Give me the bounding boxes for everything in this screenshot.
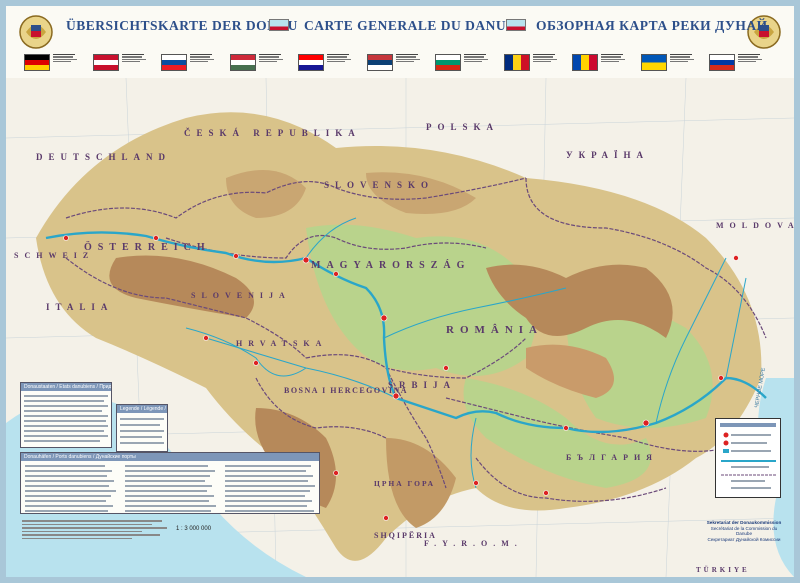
- country-label-slovakia: SLOVENSKO: [324, 180, 434, 190]
- port-row: [225, 480, 308, 482]
- flag-icon: [640, 54, 667, 71]
- flag-caption-lines: [327, 53, 365, 63]
- flag-icon: [298, 54, 324, 71]
- port-row: [25, 470, 112, 472]
- country-label-czech: ČESKÁ REPUBLIKA: [184, 128, 361, 138]
- flag-icon: [435, 54, 461, 71]
- port-row: [25, 510, 108, 512]
- port-row: [225, 495, 305, 497]
- title-french: CARTE GENERALE DU DANUBE: [304, 18, 526, 33]
- flag-icon: [92, 54, 119, 71]
- flag-caption-lines: [532, 53, 571, 63]
- port-row: [125, 490, 207, 492]
- port-row: [25, 485, 109, 487]
- map-scale: 1 : 3 000 000: [176, 526, 212, 532]
- flag-icon: [24, 54, 50, 71]
- flag-caption-lines: [53, 53, 91, 63]
- country-label-poland: POLSKA: [426, 122, 499, 132]
- port-row: [225, 510, 314, 512]
- flag-icon: [161, 54, 187, 71]
- flag-caption-lines: [190, 53, 228, 63]
- port-row: [25, 465, 105, 467]
- inset-graphic: [720, 423, 776, 489]
- commission-name-ru: Секретариат Дунайской Комиссии: [707, 536, 781, 542]
- symbols-legend: Legende / Légende / Условные обозначения: [116, 404, 168, 452]
- port-row: [125, 485, 212, 487]
- country-label-switzerland: SCHWEIZ: [14, 251, 94, 260]
- country-label-moldova: MOLDOVA: [716, 221, 794, 230]
- port-row: [25, 490, 116, 492]
- country-label-bulgaria: БЪЛГАРИЯ: [566, 453, 658, 462]
- commission-flag-icon: [506, 19, 526, 31]
- danube-ports-table: Donauhäfen / Ports danubiens / Дунайские…: [20, 452, 320, 514]
- country-label-ukraine: УКРАЇНА: [566, 150, 649, 160]
- port-row: [25, 480, 114, 482]
- info-inset: [715, 418, 781, 498]
- legend-header: Donauhäfen / Ports danubiens / Дунайские…: [21, 453, 319, 461]
- danube-commission-emblem-left: [19, 15, 53, 49]
- legend-header: Legende / Légende / Условные обозначения: [117, 405, 167, 413]
- port-row: [125, 475, 210, 477]
- country-label-montenegro: ЦРНА ГОРА: [374, 479, 435, 488]
- port-row: [25, 495, 111, 497]
- legend-header: Donaustaaten / Etats danubiens / Придуна…: [21, 383, 111, 391]
- port-row: [225, 505, 307, 507]
- flag-caption-lines: [121, 53, 160, 63]
- port-row: [225, 470, 306, 472]
- flag-caption-lines: [395, 53, 434, 63]
- port-row: [125, 500, 209, 502]
- port-row: [25, 500, 106, 502]
- port-row: [225, 485, 315, 487]
- commission-flag-icon: [269, 19, 289, 31]
- commission-name-de: Sekretariat der Donaukommission: [706, 520, 782, 525]
- flag-icon: [229, 54, 256, 71]
- port-row: [125, 465, 208, 467]
- commission-name-fr: Secrétariat de la Commission du Danube: [710, 525, 778, 537]
- flag-icon: [572, 54, 598, 71]
- country-label-germany: DEUTSCHLAND: [36, 152, 171, 162]
- flag-caption-lines: [464, 53, 502, 63]
- country-label-macedonia: F.Y.R.O.M.: [424, 539, 523, 548]
- country-label-slovenia: SLOVENIJA: [191, 291, 291, 300]
- port-row: [25, 505, 113, 507]
- country-label-hungary: MAGYARORSZÁG: [311, 259, 470, 271]
- map-header: ÜBERSICHTSKARTE DER DONAU CARTE GENERALE…: [6, 6, 794, 80]
- country-label-romania: ROMÂNIA: [446, 324, 543, 336]
- country-label-austria: ÖSTERREICH: [84, 240, 211, 253]
- port-row: [225, 490, 310, 492]
- title-russian: ОБЗОРНАЯ КАРТА РЕКИ ДУНАЙ: [536, 18, 768, 33]
- flag-icon: [366, 54, 393, 71]
- port-row: [125, 470, 215, 472]
- port-row: [225, 475, 313, 477]
- commission-address: Sekretariat der Donaukommission Secrétar…: [706, 520, 782, 550]
- country-label-turkey: TÜRKIYE: [696, 566, 750, 574]
- port-row: [225, 500, 312, 502]
- flag-caption-lines: [601, 53, 639, 63]
- flag-caption-lines: [258, 53, 297, 63]
- flag-caption-lines: [738, 53, 776, 63]
- title-german: ÜBERSICHTSKARTE DER DONAU: [66, 18, 298, 33]
- port-row: [25, 475, 107, 477]
- danube-states-table: Donaustaaten / Etats danubiens / Придуна…: [20, 382, 112, 448]
- port-row: [225, 465, 311, 467]
- country-label-croatia: HRVATSKA: [236, 339, 327, 348]
- port-row: [125, 480, 205, 482]
- port-row: [125, 510, 211, 512]
- country-label-italy: ITALIA: [46, 302, 113, 312]
- flag-icon: [709, 54, 735, 71]
- port-row: [125, 495, 214, 497]
- flag-icon: [503, 54, 530, 71]
- port-row: [125, 505, 216, 507]
- map-notes: [22, 518, 172, 541]
- flag-caption-lines: [669, 53, 708, 63]
